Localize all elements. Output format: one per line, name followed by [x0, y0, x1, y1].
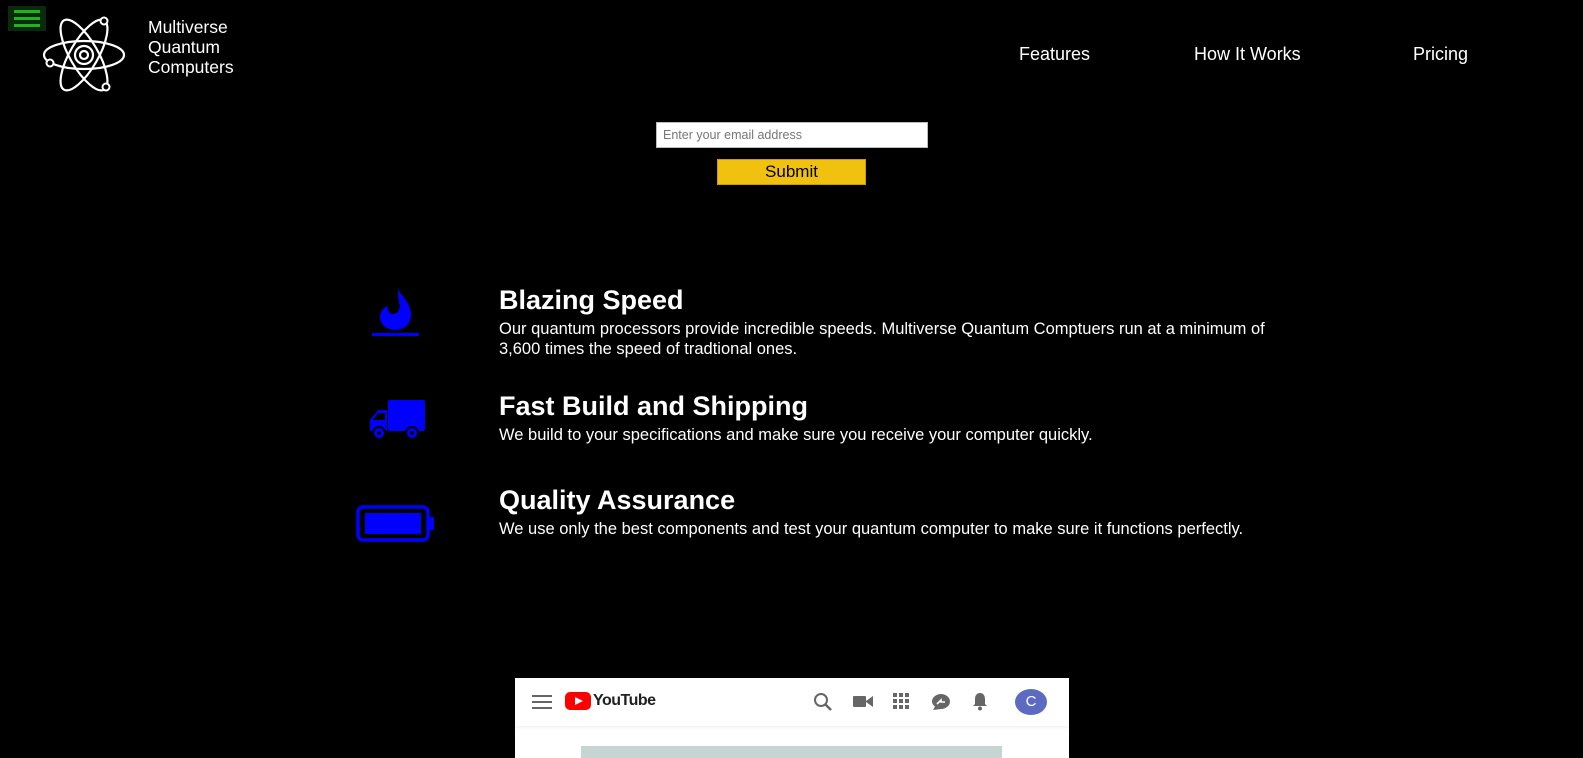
- battery-icon: [356, 505, 434, 542]
- feature-description: Our quantum processors provide incredibl…: [499, 320, 1265, 358]
- embedded-video[interactable]: YouTube C: [515, 678, 1069, 758]
- video-thumbnail[interactable]: [581, 746, 1002, 758]
- brand-line: Quantum: [148, 37, 220, 57]
- bell-icon[interactable]: [972, 692, 988, 711]
- truck-icon: [370, 400, 425, 440]
- atom-logo-icon: [42, 16, 126, 92]
- feature-title: Fast Build and Shipping: [499, 391, 808, 421]
- feature-title: Blazing Speed: [499, 285, 684, 315]
- menu-icon-bar: [14, 10, 40, 13]
- feature-title: Quality Assurance: [499, 485, 736, 515]
- video-camera-icon[interactable]: [853, 694, 873, 709]
- feature-description: We build to your specifications and make…: [499, 426, 1093, 444]
- youtube-header: YouTube C: [515, 678, 1069, 726]
- menu-icon-bar: [14, 17, 40, 20]
- youtube-wordmark: YouTube: [593, 692, 656, 709]
- messages-icon[interactable]: [931, 693, 951, 711]
- avatar[interactable]: C: [1015, 689, 1047, 715]
- feature-description: We use only the best components and test…: [499, 520, 1244, 538]
- menu-icon-bar: [14, 24, 40, 27]
- brand-line: Computers: [148, 57, 234, 77]
- hamburger-icon[interactable]: [532, 695, 552, 709]
- apps-grid-icon[interactable]: [893, 693, 909, 709]
- nav-link-features[interactable]: Features: [1019, 44, 1090, 65]
- youtube-logo-icon: [565, 692, 591, 710]
- nav-link-how-it-works[interactable]: How It Works: [1194, 44, 1301, 65]
- brand-name[interactable]: Multiverse Quantum Computers: [148, 17, 234, 77]
- search-icon[interactable]: [813, 692, 833, 712]
- email-input[interactable]: [656, 122, 928, 148]
- brand-line: Multiverse: [148, 17, 228, 37]
- fire-icon: [372, 289, 419, 336]
- submit-button[interactable]: Submit: [717, 159, 866, 185]
- nav-link-pricing[interactable]: Pricing: [1413, 44, 1468, 65]
